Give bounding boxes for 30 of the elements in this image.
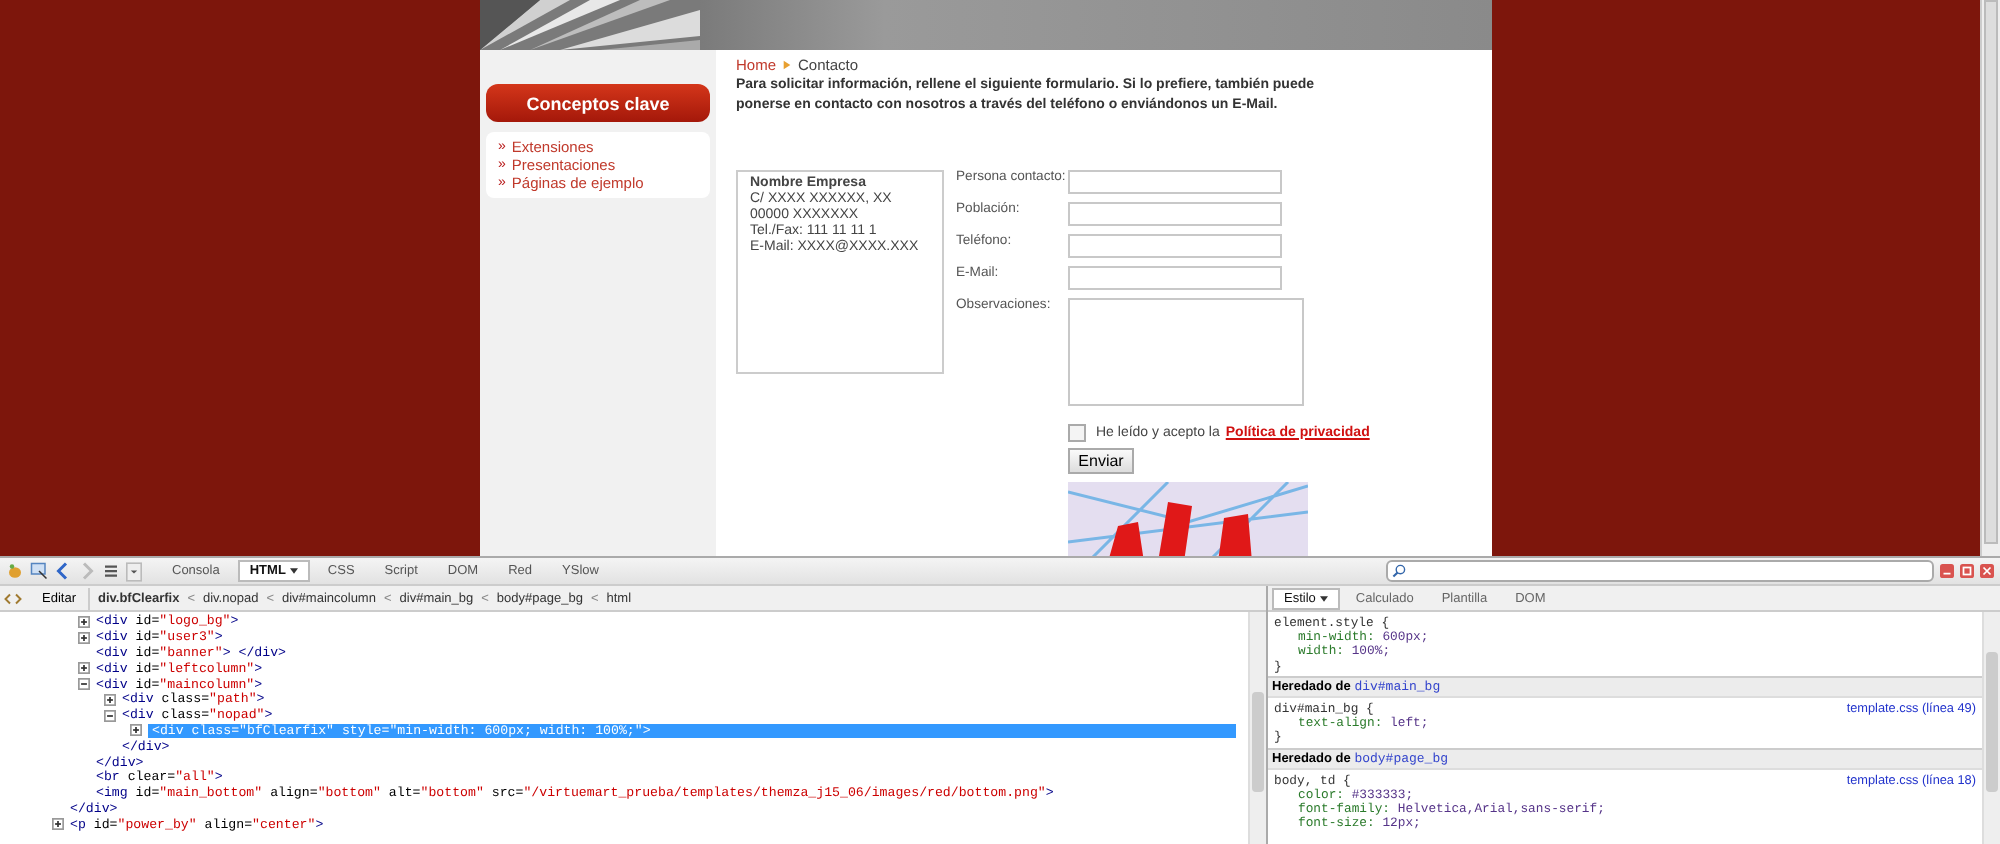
markup-icon[interactable] xyxy=(4,589,22,607)
expand-icon[interactable] xyxy=(130,724,142,737)
submit-button[interactable]: Enviar xyxy=(1068,448,1134,474)
input-field[interactable] xyxy=(1068,266,1282,290)
bug-icon[interactable] xyxy=(6,562,24,580)
input-field[interactable] xyxy=(1068,170,1282,194)
input-field[interactable] xyxy=(1068,202,1282,226)
checkbox[interactable] xyxy=(1068,423,1086,441)
expand-icon[interactable] xyxy=(78,631,90,644)
expand-icon[interactable] xyxy=(104,693,116,706)
css-scrollbar[interactable] xyxy=(1982,612,2000,844)
search-icon xyxy=(1392,564,1406,578)
tree-scrollbar[interactable] xyxy=(1248,612,1266,844)
collapse-icon[interactable] xyxy=(104,709,116,722)
close-icon[interactable] xyxy=(1980,564,1994,578)
expand-icon[interactable] xyxy=(78,615,90,628)
collapse-icon[interactable] xyxy=(78,678,90,691)
expand-icon[interactable] xyxy=(78,662,90,675)
textarea-field[interactable] xyxy=(1068,298,1304,406)
page-scrollbar[interactable] xyxy=(1980,0,2000,556)
back-icon[interactable] xyxy=(54,562,72,580)
input-field[interactable] xyxy=(1068,234,1282,258)
inspect-icon[interactable] xyxy=(30,562,48,580)
minimize-icon[interactable] xyxy=(1940,564,1954,578)
list-icon[interactable] xyxy=(102,562,120,580)
detach-icon[interactable] xyxy=(1960,564,1974,578)
expand-icon[interactable] xyxy=(52,818,64,831)
search-field[interactable] xyxy=(1386,560,1934,582)
breadcrumb-arrow-icon xyxy=(782,60,793,70)
sidebar-heading: Conceptos clave xyxy=(486,84,710,122)
